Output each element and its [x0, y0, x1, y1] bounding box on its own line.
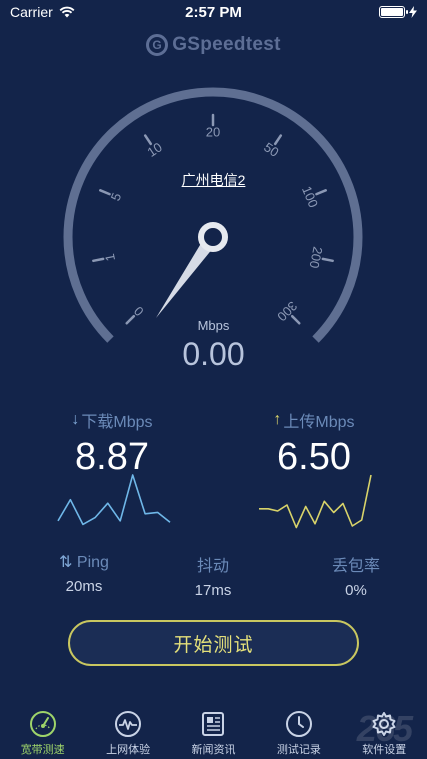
upload-sparkline-path	[259, 474, 372, 529]
tab-label: 新闻资讯	[191, 744, 236, 756]
speedometer-icon	[29, 710, 57, 738]
ping-value: 20ms	[65, 578, 103, 595]
packet-loss-label: 丢包率	[331, 558, 380, 575]
gauge-tick-label: 20	[206, 124, 220, 139]
watermark-logo: 265	[356, 708, 413, 749]
gauge-tick-label: 1	[102, 252, 118, 262]
newspaper-icon	[199, 710, 227, 738]
download-metric: ↓ 下载Mbps 8.87	[32, 408, 192, 479]
gauge-tick-label: 10	[144, 139, 164, 160]
gauge-unit: Mbps	[197, 318, 230, 333]
gauge-speed-value: 0.00	[182, 336, 245, 372]
download-label-row: ↓ 下载Mbps	[32, 408, 192, 432]
download-label: 下载Mbps	[81, 414, 153, 431]
tab-history[interactable]: 测试记录	[256, 710, 341, 757]
upload-sparkline	[259, 474, 372, 529]
gauge-needle-hub	[198, 222, 228, 252]
jitter-value: 17ms	[194, 582, 232, 599]
upload-label: 上传Mbps	[283, 414, 355, 431]
server-selector-link[interactable]: 广州电信2	[0, 170, 427, 190]
download-sparkline-path	[57, 474, 171, 526]
gauge-tick-label: 50	[261, 139, 281, 160]
gauge-tick-label: 200	[307, 245, 326, 269]
arrow-down-icon: ↓	[71, 411, 80, 428]
tab-speedtest[interactable]: 宽带测速	[0, 710, 85, 757]
swap-arrows-icon: ⇅	[59, 554, 73, 571]
upload-metric: ↑ 上传Mbps 6.50	[234, 408, 394, 479]
tab-label: 上网体验	[106, 744, 151, 756]
packet-loss-stat: 丢包率 0%	[296, 552, 416, 599]
ping-label: Ping	[76, 554, 109, 571]
gauge-tick-label: 5	[108, 191, 125, 203]
tab-experience[interactable]: 上网体验	[86, 710, 171, 757]
ping-label-row: ⇅ Ping	[24, 552, 144, 572]
arrow-up-icon: ↑	[273, 411, 282, 428]
tab-label: 测试记录	[276, 744, 321, 756]
jitter-stat: 抖动 17ms	[153, 552, 273, 599]
pulse-icon	[114, 710, 142, 738]
ping-stat: ⇅ Ping 20ms	[24, 552, 144, 595]
gauge-tick-label: 0	[131, 303, 147, 319]
upload-label-row: ↑ 上传Mbps	[234, 408, 394, 432]
packet-loss-value: 0%	[345, 582, 367, 599]
tab-news[interactable]: 新闻资讯	[171, 710, 256, 757]
start-test-button[interactable]: 开始测试	[68, 620, 359, 666]
jitter-label: 抖动	[196, 558, 229, 575]
download-sparkline	[57, 474, 171, 526]
tab-label: 宽带测速	[20, 744, 65, 756]
clock-icon	[285, 710, 313, 738]
